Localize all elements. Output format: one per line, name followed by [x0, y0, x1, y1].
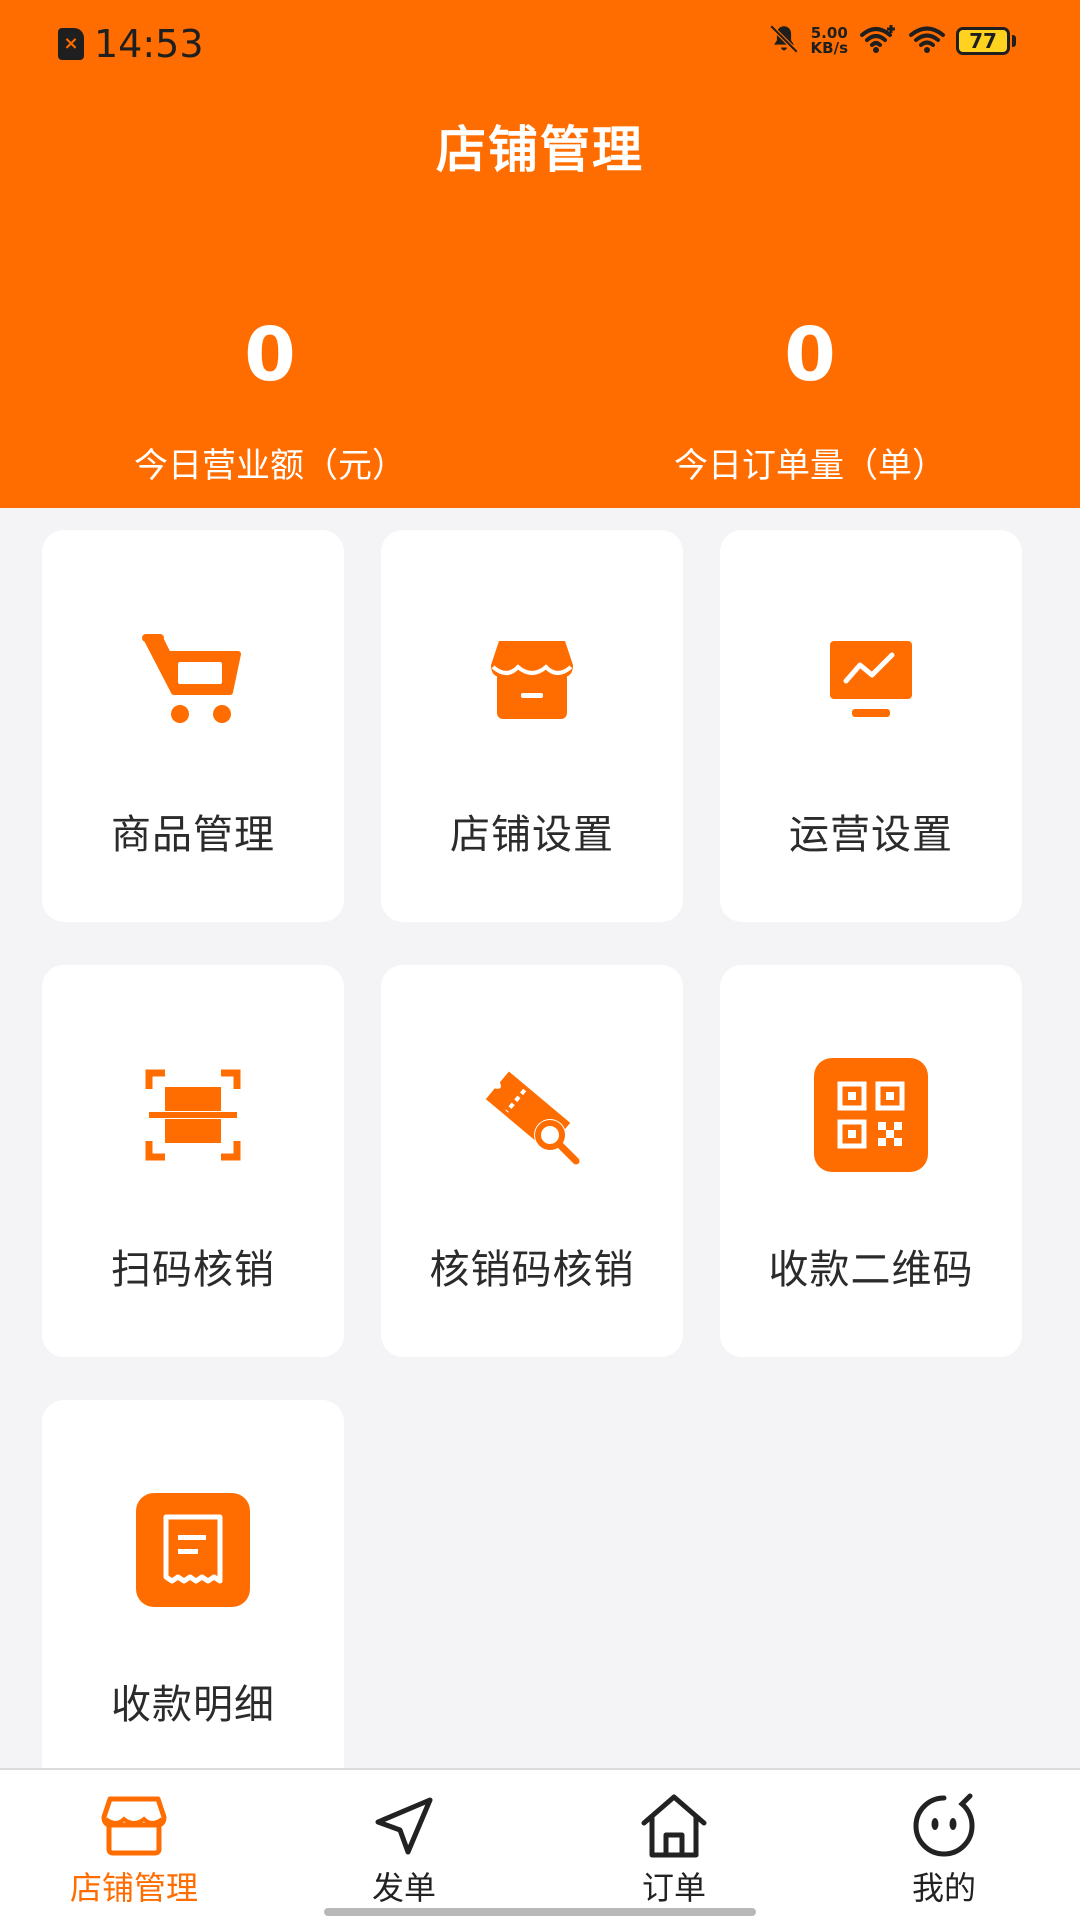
menu-item-payment-details[interactable]: 收款明细 — [42, 1400, 344, 1768]
stat-orders-value: 0 — [784, 312, 836, 398]
menu-item-payment-qr[interactable]: 收款二维码 — [720, 965, 1022, 1357]
battery-level: 77 — [956, 27, 1010, 55]
ticket-search-icon — [472, 1055, 592, 1175]
status-right: 5.00 KB/s 77 — [767, 22, 1016, 60]
page-title: 店铺管理 — [436, 121, 644, 179]
scan-icon — [133, 1055, 253, 1175]
stat-revenue-value: 0 — [244, 312, 296, 398]
tab-store-management[interactable]: 店铺管理 — [34, 1788, 234, 1908]
home-icon — [574, 1788, 774, 1864]
mute-bell-icon — [767, 22, 801, 60]
header: × 14:53 5.00 KB/s 77 店铺管理 0 今日营业额（元） 0 今… — [0, 0, 1080, 508]
menu-item-label: 商品管理 — [111, 812, 275, 858]
monitor-chart-icon — [811, 620, 931, 740]
menu-item-store-settings[interactable]: 店铺设置 — [381, 530, 683, 922]
menu-item-scan-verify[interactable]: 扫码核销 — [42, 965, 344, 1357]
status-left: × 14:53 — [58, 22, 204, 66]
bottom-tab-bar: 店铺管理 发单 订单 我的 — [0, 1768, 1080, 1920]
status-time: 14:53 — [94, 22, 204, 66]
stat-orders: 0 今日订单量（单） — [600, 310, 1020, 488]
menu-item-label: 运营设置 — [789, 812, 953, 858]
menu-item-operation-settings[interactable]: 运营设置 — [720, 530, 1022, 922]
menu-item-label: 店铺设置 — [450, 812, 614, 858]
stat-revenue: 0 今日营业额（元） — [60, 310, 480, 488]
menu-item-code-verify[interactable]: 核销码核销 — [381, 965, 683, 1357]
wifi-icon — [908, 23, 946, 59]
tab-dispatch[interactable]: 发单 — [304, 1788, 504, 1908]
send-icon — [304, 1788, 504, 1864]
stat-orders-label: 今日订单量（单） — [674, 446, 946, 486]
tab-label: 店铺管理 — [69, 1869, 198, 1907]
battery-cap — [1012, 35, 1016, 47]
shopping-cart-icon — [133, 620, 253, 740]
status-bar: × 14:53 5.00 KB/s 77 — [0, 0, 1080, 90]
sim-card-icon: × — [58, 28, 84, 60]
tab-mine[interactable]: 我的 — [844, 1788, 1044, 1908]
menu-item-product-management[interactable]: 商品管理 — [42, 530, 344, 922]
menu-item-label: 收款二维码 — [768, 1247, 974, 1293]
battery-icon: 77 — [956, 27, 1016, 55]
stat-revenue-label: 今日营业额（元） — [134, 446, 406, 486]
tab-label: 发单 — [371, 1869, 436, 1907]
tab-orders[interactable]: 订单 — [574, 1788, 774, 1908]
tab-label: 订单 — [641, 1869, 706, 1907]
store-icon — [472, 620, 592, 740]
smiley-icon — [844, 1788, 1044, 1864]
menu-item-label: 扫码核销 — [111, 1247, 275, 1293]
network-speed: 5.00 KB/s — [811, 26, 848, 56]
menu-item-label: 收款明细 — [111, 1682, 275, 1728]
network-speed-unit: KB/s — [810, 39, 848, 57]
home-indicator[interactable] — [324, 1908, 756, 1916]
tab-label: 我的 — [911, 1869, 976, 1907]
wifi-plus-icon — [858, 23, 898, 59]
store-icon — [34, 1788, 234, 1864]
receipt-icon — [133, 1490, 253, 1610]
qr-code-icon — [811, 1055, 931, 1175]
menu-item-label: 核销码核销 — [429, 1247, 635, 1293]
